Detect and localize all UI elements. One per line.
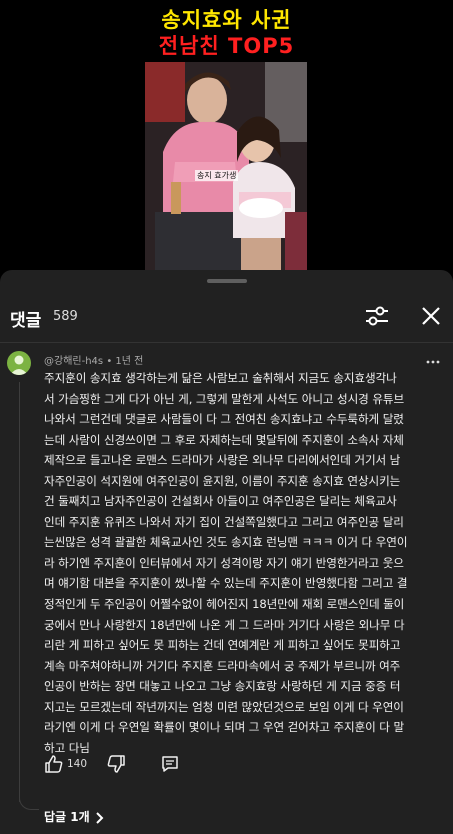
filter-icon — [366, 306, 388, 326]
comments-count: 589 — [53, 309, 78, 324]
comment-author[interactable]: @강해린-h4s — [44, 356, 103, 367]
avatar[interactable] — [7, 351, 31, 375]
reply-icon — [162, 756, 178, 772]
reply-button[interactable] — [160, 754, 180, 774]
comment-text: 주지훈이 송지효 생각하는게 닮은 사람보고 술취해서 지금도 송지효생각나 서… — [44, 371, 408, 755]
like-button[interactable] — [44, 754, 64, 774]
sort-filter-button[interactable] — [362, 301, 392, 331]
comments-panel: 댓글 589 @강해린-h4s • 1년 전 주지훈이 송지효 생각하는게 닮은… — [0, 270, 453, 834]
meta-separator: • — [106, 356, 113, 367]
chevron-right-icon[interactable] — [95, 810, 105, 824]
view-replies-button[interactable]: 답글 1개 — [44, 808, 90, 825]
comments-title: 댓글 — [10, 311, 42, 331]
thread-curve — [19, 790, 39, 810]
dislike-button[interactable] — [106, 754, 126, 774]
video-title-line2: 전남친 TOP5 — [158, 34, 295, 58]
comment-meta: @강해린-h4s • 1년 전 — [44, 352, 143, 367]
more-vert-icon — [426, 360, 440, 364]
video-thumbnail-photo — [145, 62, 307, 270]
thumbs-up-icon — [45, 755, 63, 773]
close-button[interactable] — [418, 303, 444, 329]
close-icon — [422, 307, 440, 325]
thumbs-down-icon — [107, 755, 125, 773]
like-count: 140 — [67, 758, 88, 770]
photo-caption: 송지 효가생 — [195, 170, 239, 181]
comment-menu-button[interactable] — [426, 354, 440, 368]
thread-line — [19, 382, 20, 802]
header-divider — [0, 342, 453, 343]
drag-handle[interactable] — [207, 279, 247, 283]
video-player[interactable]: 송지효와 사귄 전남친 TOP5 송지 효가생 — [0, 0, 453, 270]
comment-time: 1년 전 — [115, 356, 144, 367]
